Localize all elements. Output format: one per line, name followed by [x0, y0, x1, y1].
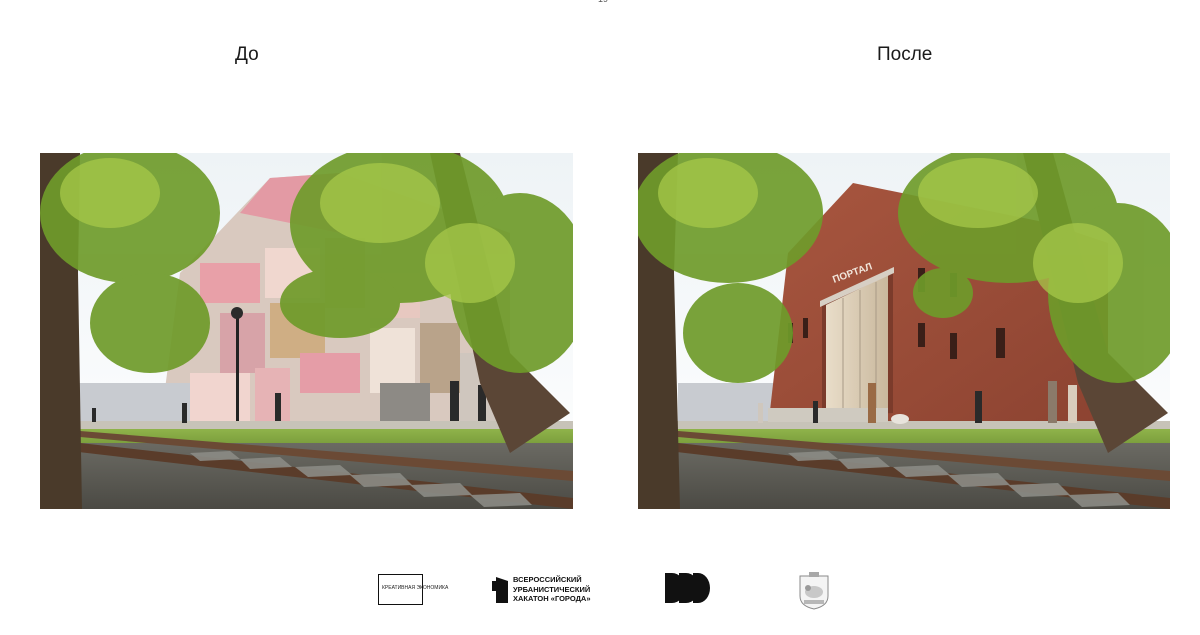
- after-label: После: [877, 44, 933, 65]
- creative-economy-logo-text: КРЕАТИВНАЯ ЭКОНОМИКА: [382, 585, 449, 591]
- before-photo-illustration: [40, 153, 573, 509]
- hackathon-line-2: УРБАНИСТИЧЕСКИЙ: [513, 584, 591, 594]
- before-label: До: [235, 44, 259, 65]
- hackathon-mark-icon: [492, 577, 508, 603]
- hackathon-line-1: ВСЕРОССИЙСКИЙ: [513, 575, 582, 584]
- before-photo: [40, 153, 573, 509]
- creative-economy-logo: КРЕАТИВНАЯ ЭКОНОМИКА: [378, 574, 448, 605]
- hackathon-line-3: ХАКАТОН «ГОРОДА»: [513, 594, 591, 603]
- after-photo-illustration: ПОРТАЛ: [638, 153, 1170, 509]
- ddd-logo-icon: [665, 573, 710, 603]
- hackathon-logo-text: ВСЕРОССИЙСКИЙ УРБАНИСТИЧЕСКИЙ ХАКАТОН «Г…: [513, 575, 591, 604]
- partner-logos: КРЕАТИВНАЯ ЭКОНОМИКА ВСЕРОССИЙСКИЙ УРБАН…: [0, 568, 1200, 618]
- urban-hackathon-logo: ВСЕРОССИЙСКИЙ УРБАНИСТИЧЕСКИЙ ХАКАТОН «Г…: [492, 574, 612, 610]
- page-number: 19: [598, 0, 608, 4]
- city-coat-of-arms-icon: [799, 572, 829, 610]
- after-photo: ПОРТАЛ: [638, 153, 1170, 509]
